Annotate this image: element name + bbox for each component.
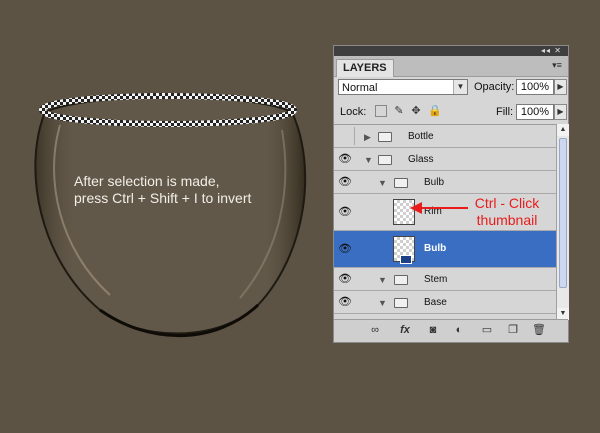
annotation-line-1: Ctrl - Click	[474, 195, 540, 211]
annotation-line-2: thumbnail	[476, 212, 538, 228]
